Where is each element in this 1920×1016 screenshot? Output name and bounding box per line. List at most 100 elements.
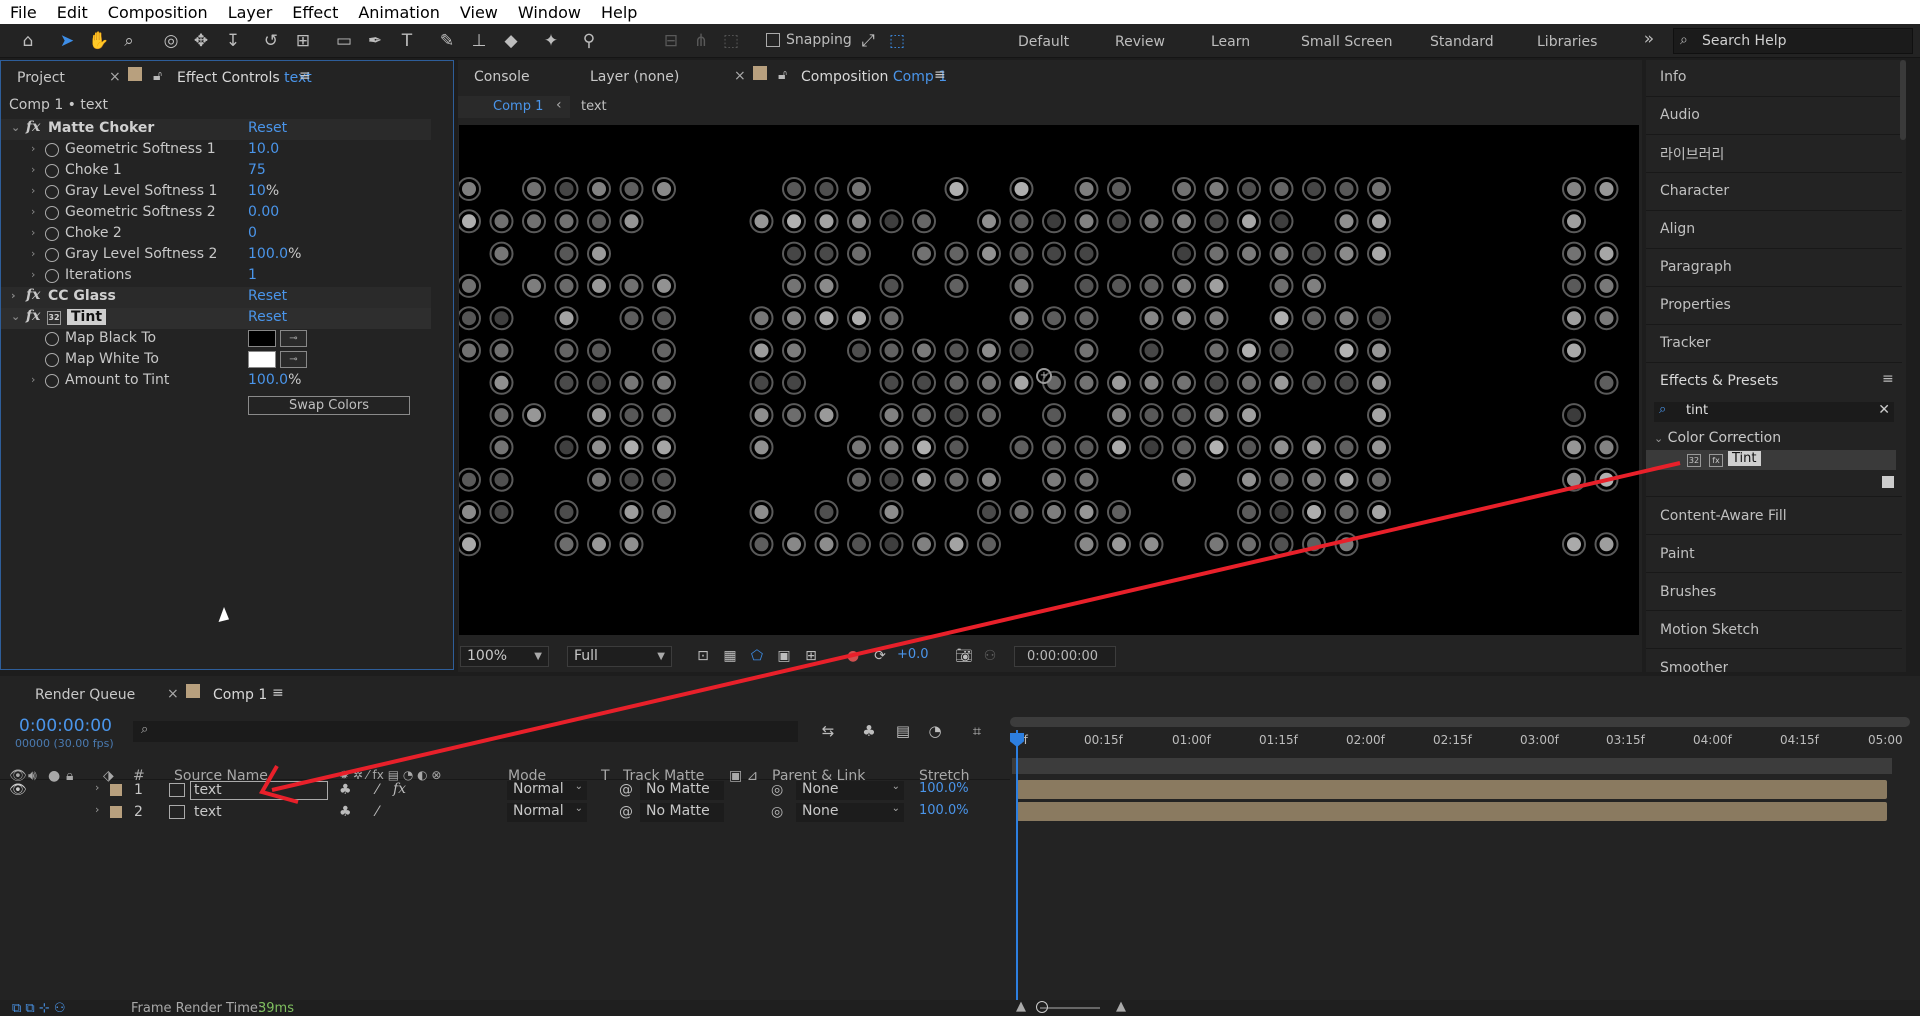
- twirl-right-icon[interactable]: ›: [31, 184, 35, 197]
- snapping-checkbox[interactable]: [766, 33, 780, 47]
- zoom-out-icon[interactable]: ▲: [1016, 999, 1026, 1014]
- property-value[interactable]: 0.00: [248, 204, 279, 220]
- exposure-value[interactable]: +0.0: [897, 647, 929, 662]
- property-value[interactable]: 75: [248, 162, 266, 178]
- twirl-right-icon[interactable]: ›: [31, 226, 35, 239]
- layer-name-field[interactable]: text: [190, 781, 328, 800]
- workspace-standard[interactable]: Standard: [1430, 34, 1494, 50]
- menu-animation[interactable]: Animation: [348, 3, 450, 22]
- panel-menu-icon[interactable]: ≡: [272, 685, 284, 701]
- quality-switch-icon[interactable]: ⁄: [376, 782, 378, 798]
- resolution-dropdown[interactable]: Full ▼: [567, 646, 672, 667]
- frame-blending-icon[interactable]: ▤: [892, 720, 914, 742]
- property-row[interactable]: Map White To ⊸: [1, 350, 431, 371]
- tab-composition[interactable]: Composition Comp 1: [801, 69, 947, 85]
- tab-layer[interactable]: Layer (none): [590, 69, 679, 85]
- panel-menu-icon[interactable]: ≡: [1882, 371, 1894, 387]
- stretch-value[interactable]: 100.0%: [919, 803, 969, 818]
- lock-icon[interactable]: 🔓︎: [153, 68, 162, 84]
- menu-help[interactable]: Help: [591, 3, 647, 22]
- tab-console[interactable]: Console: [474, 69, 530, 85]
- eraser-tool-icon[interactable]: ◆: [500, 30, 522, 52]
- lock-icon[interactable]: 🔓︎: [778, 67, 787, 83]
- clone-stamp-tool-icon[interactable]: ⊥: [468, 30, 490, 52]
- twirl-right-icon[interactable]: ›: [31, 142, 35, 155]
- twirl-right-icon[interactable]: ›: [31, 268, 35, 281]
- stopwatch-icon[interactable]: [45, 248, 59, 262]
- stopwatch-icon[interactable]: [45, 185, 59, 199]
- effect-name[interactable]: Tint: [67, 309, 107, 325]
- panel-menu-icon[interactable]: ≡: [299, 68, 311, 84]
- magnification-dropdown[interactable]: 100% ▼: [460, 646, 549, 667]
- layer-1-duration-bar[interactable]: [1017, 780, 1887, 799]
- twirl-down-icon[interactable]: ⌄: [11, 310, 20, 323]
- panel-paint[interactable]: Paint: [1660, 546, 1695, 562]
- swap-colors-button[interactable]: Swap Colors: [248, 396, 410, 415]
- effects-presets-title[interactable]: Effects & Presets: [1660, 373, 1778, 389]
- shy-layers-icon[interactable]: ♣: [858, 720, 880, 742]
- pan-tool-icon[interactable]: ✥: [190, 30, 212, 52]
- panel-align[interactable]: Align: [1660, 221, 1695, 237]
- layer-row-2[interactable]: › 2 text ♣ ⁄ Normal ⌄ @ No Matte ◎ None ⌄ …: [0, 802, 1010, 824]
- current-time-display[interactable]: 0:00:00:00: [1014, 646, 1116, 667]
- color-swatch-black[interactable]: [248, 330, 276, 347]
- property-row[interactable]: › Choke 1 75: [1, 161, 431, 182]
- breadcrumb-layer[interactable]: text: [581, 99, 607, 114]
- stopwatch-icon[interactable]: [45, 332, 59, 346]
- zoom-slider-thumb[interactable]: [1036, 1001, 1048, 1013]
- brush-tool-icon[interactable]: ✎: [436, 30, 458, 52]
- clear-search-icon[interactable]: ✕: [1878, 402, 1890, 418]
- mode-dropdown[interactable]: Normal ⌄: [507, 803, 587, 822]
- zoom-in-icon[interactable]: ▲: [1116, 999, 1126, 1014]
- anchor-point-tool-icon[interactable]: ⊞: [292, 30, 314, 52]
- type-tool-icon[interactable]: T: [396, 30, 418, 52]
- effect-cc-glass[interactable]: › fx CC Glass Reset: [1, 287, 431, 308]
- effect-result-tint[interactable]: Tint: [1728, 451, 1761, 466]
- pickwhip-icon[interactable]: ◎: [771, 804, 783, 820]
- workspace-review[interactable]: Review: [1115, 34, 1165, 50]
- layer-2-duration-bar[interactable]: [1017, 802, 1887, 821]
- value-text[interactable]: 0.00: [248, 204, 279, 220]
- breadcrumb-comp[interactable]: Comp 1 ‹: [458, 96, 570, 118]
- fx-icon[interactable]: fx: [26, 287, 40, 303]
- property-row[interactable]: › Amount to Tint 100.0%: [1, 371, 431, 392]
- eye-icon[interactable]: 👁︎: [9, 782, 27, 798]
- track-matte-dropdown[interactable]: No Matte: [640, 781, 724, 800]
- stopwatch-icon[interactable]: [45, 269, 59, 283]
- workspace-small-screen[interactable]: Small Screen: [1301, 34, 1392, 50]
- layer-name[interactable]: text: [194, 804, 222, 820]
- effect-matte-choker[interactable]: ⌄ fx Matte Choker Reset: [1, 119, 431, 140]
- panel-tracker[interactable]: Tracker: [1660, 335, 1711, 351]
- puppet-pin-tool-icon[interactable]: ⚲: [578, 30, 600, 52]
- channel-icon[interactable]: ●: [842, 645, 864, 667]
- reset-button[interactable]: Reset: [248, 309, 287, 325]
- status-icons[interactable]: ⧉ ⧉ ⊹ ⚇: [12, 1001, 66, 1016]
- color-swatch-white[interactable]: [248, 351, 276, 368]
- value-text[interactable]: 100.0: [248, 372, 288, 388]
- color-management-icon[interactable]: ⟳: [869, 645, 891, 667]
- panel-libraries-ko[interactable]: 라이브러리: [1660, 144, 1724, 164]
- roto-brush-tool-icon[interactable]: ✦: [540, 30, 562, 52]
- property-row[interactable]: › Geometric Softness 2 0.00: [1, 203, 431, 224]
- current-time-indicator[interactable]: [1016, 730, 1018, 1000]
- reset-button[interactable]: Reset: [248, 120, 287, 136]
- spiral-icon[interactable]: @: [619, 782, 633, 798]
- close-icon[interactable]: ×: [167, 686, 179, 702]
- value-text[interactable]: 1: [248, 267, 257, 283]
- parent-dropdown[interactable]: None ⌄: [796, 803, 904, 822]
- fx-icon[interactable]: fx: [26, 119, 40, 135]
- menu-window[interactable]: Window: [508, 3, 591, 22]
- workspace-overflow-icon[interactable]: »: [1638, 28, 1660, 50]
- panel-scrollbar[interactable]: [1900, 60, 1906, 140]
- panel-character[interactable]: Character: [1660, 183, 1729, 199]
- menu-file[interactable]: File: [0, 3, 47, 22]
- panel-audio[interactable]: Audio: [1660, 107, 1700, 123]
- property-row[interactable]: › Gray Level Softness 2 100.0%: [1, 245, 431, 266]
- home-icon[interactable]: ⌂: [17, 30, 39, 52]
- value-text[interactable]: 10: [248, 183, 266, 199]
- timeline-zoom-slider[interactable]: [1040, 1007, 1100, 1009]
- zoom-tool-icon[interactable]: ⌕: [118, 30, 140, 52]
- property-value[interactable]: 10%: [248, 183, 279, 199]
- twirl-down-icon[interactable]: ⌄: [11, 121, 20, 134]
- property-row[interactable]: › Iterations 1: [1, 266, 431, 287]
